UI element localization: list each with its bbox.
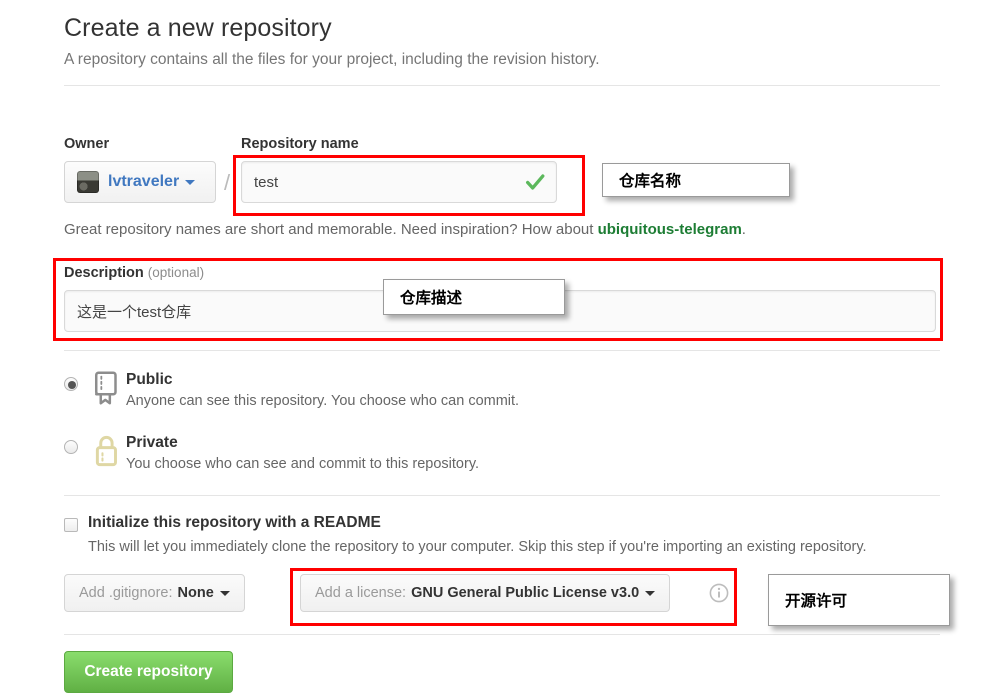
- repository-name-value: test: [254, 173, 279, 191]
- owner-select-button[interactable]: lvtraveler: [64, 161, 216, 203]
- visibility-private-description: You choose who can see and commit to thi…: [126, 456, 480, 472]
- visibility-public-title: Public: [126, 371, 173, 388]
- owner-repo-separator: /: [224, 170, 231, 195]
- repository-name-input[interactable]: test: [241, 161, 557, 203]
- divider-visibility: [64, 350, 940, 351]
- description-label: Description (optional): [64, 265, 204, 281]
- callout-license: 开源许可: [768, 574, 950, 626]
- visibility-public-description: Anyone can see this repository. You choo…: [126, 393, 520, 409]
- chevron-down-icon: [185, 179, 196, 185]
- license-value: GNU General Public License v3.0: [411, 585, 640, 601]
- green-check-icon: [526, 174, 545, 190]
- chevron-down-icon: [645, 590, 656, 596]
- page-subtitle: A repository contains all the files for …: [64, 51, 600, 68]
- license-prefix: Add a license:: [315, 585, 407, 601]
- owner-label: Owner: [64, 136, 110, 152]
- create-repository-page: Create a new repository A repository con…: [0, 0, 996, 700]
- divider-readme: [64, 495, 940, 496]
- license-select-button[interactable]: Add a license: GNU General Public Licens…: [300, 574, 671, 612]
- description-optional-text: (optional): [147, 265, 205, 280]
- repository-name-hint: Great repository names are short and mem…: [64, 221, 746, 238]
- callout-repository-name: 仓库名称: [602, 163, 790, 197]
- repository-name-label: Repository name: [241, 136, 359, 152]
- page-title: Create a new repository: [64, 14, 332, 42]
- gitignore-value: None: [177, 585, 214, 601]
- description-value: 这是一个test仓库: [77, 303, 192, 321]
- radio-private[interactable]: [64, 440, 78, 454]
- visibility-option-private[interactable]: Private You choose who can see and commi…: [64, 434, 664, 484]
- repo-book-icon: [94, 371, 117, 405]
- chevron-down-icon: [219, 590, 230, 596]
- radio-public[interactable]: [64, 377, 78, 391]
- owner-name-label: lvtraveler: [108, 173, 180, 190]
- visibility-private-title: Private: [126, 434, 178, 451]
- hint-suggestion: ubiquitous-telegram: [597, 221, 742, 238]
- readme-checkbox[interactable]: [64, 518, 78, 532]
- readme-description: This will let you immediately clone the …: [88, 539, 867, 555]
- hint-suffix: .: [741, 221, 746, 238]
- visibility-option-public[interactable]: Public Anyone can see this repository. Y…: [64, 371, 664, 421]
- create-repository-button[interactable]: Create repository: [64, 651, 233, 693]
- gitignore-select-button[interactable]: Add .gitignore: None: [64, 574, 245, 612]
- readme-title: Initialize this repository with a README: [88, 514, 381, 531]
- lock-icon: [95, 436, 117, 467]
- info-circle-icon[interactable]: [709, 583, 729, 603]
- divider-header: [64, 85, 940, 86]
- divider-submit: [64, 634, 940, 635]
- description-label-text: Description: [64, 265, 144, 281]
- callout-description: 仓库描述: [383, 279, 565, 315]
- gitignore-prefix: Add .gitignore:: [79, 585, 173, 601]
- user-avatar-image: [77, 171, 99, 193]
- hint-prefix: Great repository names are short and mem…: [64, 221, 598, 238]
